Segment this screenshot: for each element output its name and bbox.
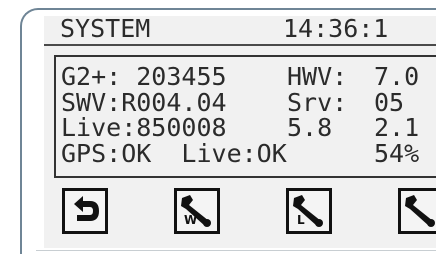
row-1-col-2: HWV: xyxy=(287,62,348,91)
row-1-col-3: 7.0 xyxy=(374,62,420,91)
wrench-icon xyxy=(405,195,435,227)
wrench-w-softkey[interactable]: W xyxy=(174,188,220,234)
row-3-col-2: 5.8 xyxy=(287,113,333,142)
softkey-letter-w: W xyxy=(184,213,198,227)
screen-title: SYSTEM xyxy=(60,14,151,43)
row-3-col-1: Live:850008 xyxy=(61,113,227,142)
wrench-icon xyxy=(293,195,323,227)
back-softkey[interactable] xyxy=(62,188,108,234)
device-screen: SYSTEM 14:36:1 G2+: 203455 HWV: 7.0 SWV:… xyxy=(0,0,436,254)
row-4-col-3: 54% xyxy=(374,139,420,168)
back-arrow-icon xyxy=(74,196,99,221)
wrench-softkey[interactable] xyxy=(398,188,436,234)
row-4-col-1: GPS:OK Live:OK xyxy=(61,139,287,168)
softkey-letter-l: L xyxy=(297,213,305,227)
header-divider xyxy=(44,44,436,46)
row-3-col-3: 2.1 xyxy=(374,113,420,142)
wrench-l-softkey[interactable]: L xyxy=(286,188,332,234)
clock-readout: 14:36:1 xyxy=(283,14,389,43)
row-1-col-1: G2+: 203455 xyxy=(61,62,227,91)
device-bottom-edge xyxy=(36,250,436,251)
